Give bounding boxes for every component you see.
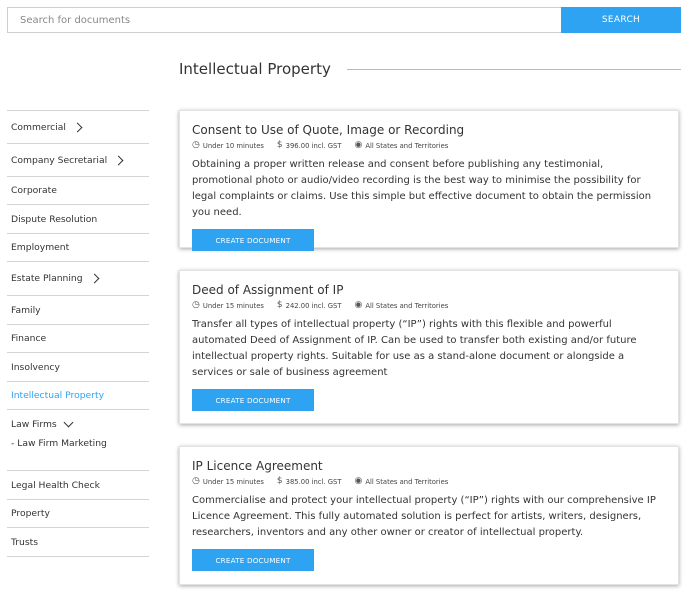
duration: ◷ Under 15 minutes — [192, 301, 264, 310]
sidebar-item-label: Commercial — [11, 121, 66, 133]
sidebar-item-label: Law Firms — [11, 418, 57, 430]
sidebar-item-commercial[interactable]: Commercial — [7, 110, 149, 143]
sidebar-item-label: Trusts — [11, 536, 39, 548]
search-input[interactable] — [7, 7, 561, 33]
sidebar-item-family[interactable]: Family — [7, 295, 149, 324]
duration: ◷ Under 10 minutes — [192, 141, 264, 150]
chevron-right-icon — [89, 273, 100, 284]
duration-text: Under 10 minutes — [202, 141, 264, 150]
sidebar-item-label: Employment — [11, 242, 70, 253]
page-title: Intellectual Property — [179, 60, 331, 78]
sidebar-item-label: Legal Health Check — [11, 479, 100, 491]
sidebar-item-label: Intellectual Property — [11, 390, 105, 401]
price-text: 385.00 incl. GST — [285, 477, 342, 486]
duration: ◷ Under 15 minutes — [192, 477, 264, 486]
sidebar-item-corporate[interactable]: Corporate — [7, 176, 149, 204]
sidebar-subitem-label: - Law Firm Marketing — [11, 438, 107, 449]
chevron-right-icon — [72, 122, 83, 132]
sidebar-divider — [7, 556, 149, 557]
document-meta: ◷ Under 15 minutes $ 242.00 incl. GST ◉ … — [192, 301, 666, 310]
duration-text: Under 15 minutes — [202, 477, 264, 486]
sidebar-item-intellectual-property[interactable]: Intellectual Property — [7, 381, 149, 409]
document-title: Deed of Assignment of IP — [192, 283, 344, 297]
region-text: All States and Territories — [365, 477, 449, 486]
chevron-right-icon — [113, 155, 124, 165]
page-header: Intellectual Property — [179, 60, 681, 78]
document-description: Commercialise and protect your intellect… — [192, 495, 656, 538]
region: ◉ All States and Territories — [354, 301, 448, 310]
document-description: Transfer all types of intellectual prope… — [192, 319, 637, 378]
globe-icon: ◉ — [354, 476, 363, 486]
sidebar-subitem-law-firm-marketing[interactable]: - Law Firm Marketing — [7, 438, 149, 470]
sidebar-item-label: Finance — [11, 333, 47, 344]
search-button[interactable]: SEARCH — [561, 7, 681, 33]
create-document-button[interactable]: CREATE DOCUMENT — [192, 549, 314, 571]
sidebar-item-finance[interactable]: Finance — [7, 324, 149, 352]
document-title: IP Licence Agreement — [192, 459, 323, 473]
document-card: IP Licence Agreement ◷ Under 15 minutes … — [179, 446, 679, 585]
create-document-button[interactable]: CREATE DOCUMENT — [192, 389, 314, 411]
document-description: Obtaining a proper written release and c… — [192, 159, 652, 218]
sidebar-item-label: Property — [11, 508, 50, 519]
sidebar-item-legal-health-check[interactable]: Legal Health Check — [7, 470, 149, 499]
sidebar-item-insolvency[interactable]: Insolvency — [7, 352, 149, 381]
region: ◉ All States and Territories — [354, 141, 448, 150]
sidebar-item-label: Dispute Resolution — [11, 213, 98, 225]
duration-text: Under 15 minutes — [202, 301, 264, 310]
sidebar-item-label: Estate Planning — [11, 273, 83, 284]
sidebar-item-label: Company Secretarial — [11, 154, 108, 166]
sidebar-item-label: Family — [11, 304, 41, 316]
dollar-icon: $ — [276, 476, 283, 486]
region: ◉ All States and Territories — [354, 477, 448, 486]
sidebar-item-property[interactable]: Property — [7, 499, 149, 527]
sidebar-item-trusts[interactable]: Trusts — [7, 527, 149, 556]
sidebar-item-estate-planning[interactable]: Estate Planning — [7, 261, 149, 295]
globe-icon: ◉ — [354, 140, 363, 150]
category-sidebar: Commercial Company Secretarial Corporate… — [7, 110, 149, 557]
clock-icon: ◷ — [192, 300, 200, 310]
dollar-icon: $ — [276, 140, 283, 150]
document-meta: ◷ Under 15 minutes $ 385.00 incl. GST ◉ … — [192, 477, 666, 486]
sidebar-item-employment[interactable]: Employment — [7, 233, 149, 261]
sidebar-item-label: Insolvency — [11, 361, 60, 373]
region-text: All States and Territories — [365, 141, 449, 150]
dollar-icon: $ — [276, 300, 283, 310]
price: $ 396.00 incl. GST — [277, 141, 342, 150]
sidebar-item-dispute-resolution[interactable]: Dispute Resolution — [7, 204, 149, 233]
search-bar: SEARCH — [7, 7, 681, 33]
price: $ 385.00 incl. GST — [277, 477, 342, 486]
clock-icon: ◷ — [192, 140, 200, 150]
price-text: 396.00 incl. GST — [285, 141, 342, 150]
document-card: Consent to Use of Quote, Image or Record… — [179, 110, 679, 251]
price-text: 242.00 incl. GST — [285, 301, 342, 310]
price: $ 242.00 incl. GST — [277, 301, 342, 310]
globe-icon: ◉ — [354, 300, 363, 310]
sidebar-item-company-secretarial[interactable]: Company Secretarial — [7, 143, 149, 176]
create-document-button[interactable]: CREATE DOCUMENT — [192, 229, 314, 251]
document-meta: ◷ Under 10 minutes $ 396.00 incl. GST ◉ … — [192, 141, 666, 150]
region-text: All States and Territories — [365, 301, 449, 310]
sidebar-item-label: Corporate — [11, 185, 57, 196]
clock-icon: ◷ — [192, 476, 200, 486]
document-title: Consent to Use of Quote, Image or Record… — [192, 123, 465, 137]
chevron-down-icon — [63, 417, 74, 428]
document-card: Deed of Assignment of IP ◷ Under 15 minu… — [179, 270, 679, 424]
title-divider — [346, 68, 681, 70]
sidebar-item-law-firms[interactable]: Law Firms — [7, 409, 149, 438]
